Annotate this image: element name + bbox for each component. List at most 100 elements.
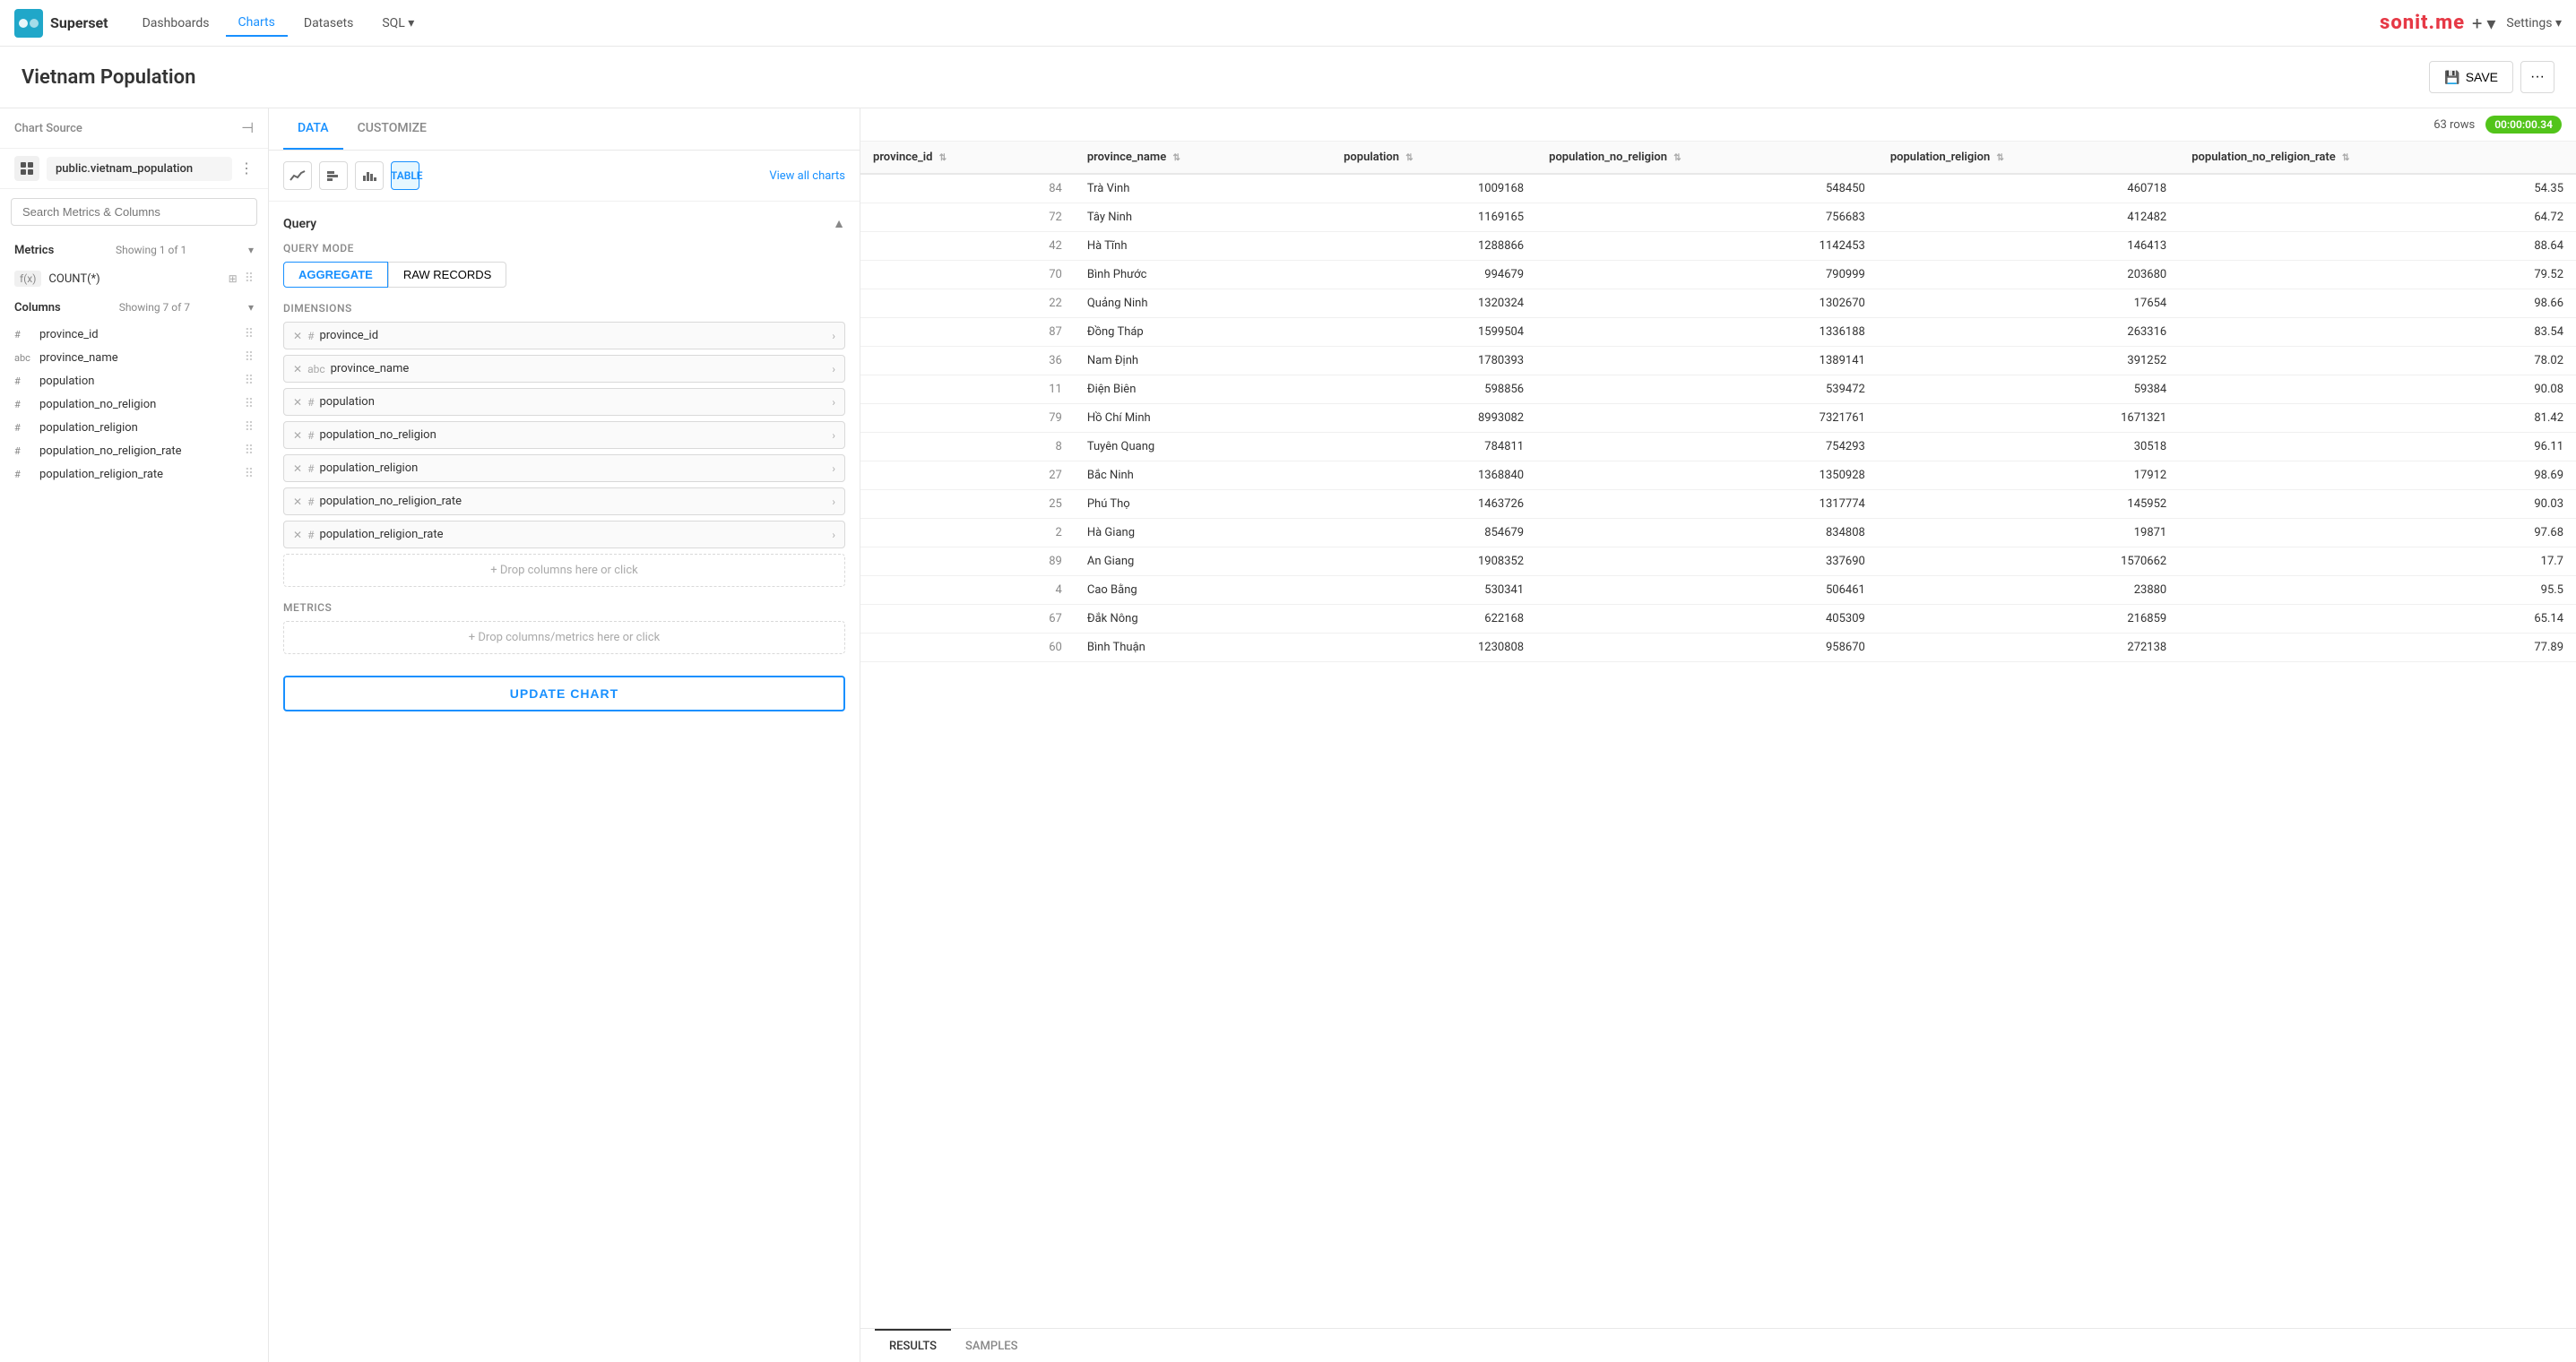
cell-population-no-religion-rate: 97.68 <box>2179 519 2576 547</box>
col-name: province_name <box>39 351 238 365</box>
col-drag-handle[interactable]: ⠿ <box>245 374 254 388</box>
col-header-population-religion[interactable]: population_religion ⇅ <box>1878 142 2179 174</box>
dataset-name: public.vietnam_population <box>47 157 232 181</box>
table-row: 11 Điện Biên 598856 539472 59384 90.08 <box>860 375 2576 404</box>
col-drag-handle[interactable]: ⠿ <box>245 467 254 481</box>
data-table-container[interactable]: province_id ⇅ province_name ⇅ population… <box>860 142 2576 1328</box>
metric-drag-handle[interactable]: ⠿ <box>245 272 254 286</box>
chart-source-header: Chart Source ⊣ <box>0 108 268 149</box>
dataset-more-button[interactable]: ⋮ <box>239 159 254 177</box>
drop-metrics-zone[interactable]: + Drop columns/metrics here or click <box>283 621 845 654</box>
cell-province-id: 72 <box>860 203 1075 232</box>
col-drag-handle[interactable]: ⠿ <box>245 327 254 341</box>
dim-arrow-btn[interactable]: › <box>832 529 835 541</box>
col-drag-handle[interactable]: ⠿ <box>245 420 254 435</box>
tab-customize[interactable]: CUSTOMIZE <box>343 108 441 150</box>
drop-columns-zone[interactable]: + Drop columns here or click <box>283 554 845 587</box>
cell-population-religion: 19871 <box>1878 519 2179 547</box>
column-item: # population_religion_rate ⠿ <box>0 462 268 486</box>
metrics-section-header[interactable]: Metrics Showing 1 of 1 ▾ <box>0 235 268 265</box>
dim-arrow-btn[interactable]: › <box>832 330 835 342</box>
cell-province-id: 11 <box>860 375 1075 404</box>
col-drag-handle[interactable]: ⠿ <box>245 350 254 365</box>
dim-remove-btn[interactable]: ✕ <box>293 462 302 475</box>
raw-records-btn[interactable]: RAW RECORDS <box>388 262 506 288</box>
cell-population: 1320324 <box>1331 289 1536 318</box>
columns-section-header[interactable]: Columns Showing 7 of 7 ▾ <box>0 292 268 323</box>
dim-remove-btn[interactable]: ✕ <box>293 396 302 409</box>
metric-table-icon[interactable]: ⊞ <box>229 272 238 285</box>
cell-province-id: 4 <box>860 576 1075 605</box>
collapse-button[interactable]: ⊣ <box>241 119 254 137</box>
chart-line-icon[interactable] <box>283 161 312 190</box>
cell-population-religion: 59384 <box>1878 375 2179 404</box>
table-row: 22 Quảng Ninh 1320324 1302670 17654 98.6… <box>860 289 2576 318</box>
columns-chevron: ▾ <box>248 301 254 314</box>
chart-type-row: TABLE View all charts <box>269 151 860 202</box>
add-button[interactable]: + ▾ <box>2472 13 2495 34</box>
cell-province-id: 84 <box>860 174 1075 203</box>
dim-arrow-btn[interactable]: › <box>832 363 835 375</box>
save-button[interactable]: 💾 SAVE <box>2429 61 2513 93</box>
table-row: 25 Phú Thọ 1463726 1317774 145952 90.03 <box>860 490 2576 519</box>
tab-results[interactable]: RESULTS <box>875 1329 951 1362</box>
col-name: population_no_religion <box>39 398 238 411</box>
column-item: # population ⠿ <box>0 369 268 392</box>
col-header-province-name[interactable]: province_name ⇅ <box>1075 142 1331 174</box>
cell-population-religion: 203680 <box>1878 261 2179 289</box>
chart-bar-h-icon[interactable] <box>319 161 348 190</box>
col-type-icon: # <box>14 375 32 387</box>
dim-remove-btn[interactable]: ✕ <box>293 496 302 508</box>
logo-text: Superset <box>50 14 108 31</box>
settings-button[interactable]: Settings ▾ <box>2506 16 2562 30</box>
dataset-grid-icon[interactable] <box>14 156 39 181</box>
search-input[interactable] <box>11 198 257 226</box>
dim-arrow-btn[interactable]: › <box>832 429 835 442</box>
logo[interactable]: Superset <box>14 9 108 38</box>
tab-data[interactable]: DATA <box>283 108 343 150</box>
chart-bar-v-icon[interactable] <box>355 161 384 190</box>
col-header-population[interactable]: population ⇅ <box>1331 142 1536 174</box>
dim-arrow-btn[interactable]: › <box>832 462 835 475</box>
dim-remove-btn[interactable]: ✕ <box>293 529 302 541</box>
aggregate-btn[interactable]: AGGREGATE <box>283 262 388 288</box>
more-button[interactable]: ··· <box>2520 61 2554 93</box>
cell-population: 784811 <box>1331 433 1536 461</box>
dimension-item: ✕ # population_no_religion_rate › <box>283 487 845 515</box>
cell-province-name: Tây Ninh <box>1075 203 1331 232</box>
table-row: 4 Cao Bằng 530341 506461 23880 95.5 <box>860 576 2576 605</box>
dim-remove-btn[interactable]: ✕ <box>293 363 302 375</box>
columns-count: Showing 7 of 7 <box>112 299 197 315</box>
cell-population-no-religion-rate: 81.42 <box>2179 404 2576 433</box>
dim-remove-btn[interactable]: ✕ <box>293 429 302 442</box>
col-header-population-no-religion[interactable]: population_no_religion ⇅ <box>1536 142 1878 174</box>
dim-arrow-btn[interactable]: › <box>832 496 835 508</box>
dim-remove-btn[interactable]: ✕ <box>293 330 302 342</box>
col-header-population-no-religion-rate[interactable]: population_no_religion_rate ⇅ <box>2179 142 2576 174</box>
dimension-item: ✕ # population_no_religion › <box>283 421 845 449</box>
dim-name: population_religion_rate <box>319 528 826 541</box>
cell-population: 994679 <box>1331 261 1536 289</box>
cell-population-no-religion-rate: 78.02 <box>2179 347 2576 375</box>
view-all-charts-link[interactable]: View all charts <box>769 169 845 183</box>
cell-population-religion: 272138 <box>1878 634 2179 662</box>
nav-sql[interactable]: SQL ▾ <box>369 11 427 36</box>
chart-table-icon[interactable]: TABLE <box>391 161 419 190</box>
cell-population-no-religion: 1389141 <box>1536 347 1878 375</box>
dim-arrow-btn[interactable]: › <box>832 396 835 409</box>
query-chevron[interactable]: ▲ <box>833 216 845 231</box>
update-chart-button[interactable]: UPDATE CHART <box>283 676 845 711</box>
cell-population: 1780393 <box>1331 347 1536 375</box>
nav-datasets[interactable]: Datasets <box>291 11 366 36</box>
cell-population-no-religion: 1336188 <box>1536 318 1878 347</box>
col-drag-handle[interactable]: ⠿ <box>245 444 254 458</box>
tab-samples[interactable]: SAMPLES <box>951 1329 1032 1362</box>
cell-population: 530341 <box>1331 576 1536 605</box>
cell-population: 1169165 <box>1331 203 1536 232</box>
col-header-province-id[interactable]: province_id ⇅ <box>860 142 1075 174</box>
cell-population-religion: 460718 <box>1878 174 2179 203</box>
cell-province-id: 70 <box>860 261 1075 289</box>
nav-charts[interactable]: Charts <box>226 10 288 37</box>
nav-dashboards[interactable]: Dashboards <box>130 11 222 36</box>
col-drag-handle[interactable]: ⠿ <box>245 397 254 411</box>
